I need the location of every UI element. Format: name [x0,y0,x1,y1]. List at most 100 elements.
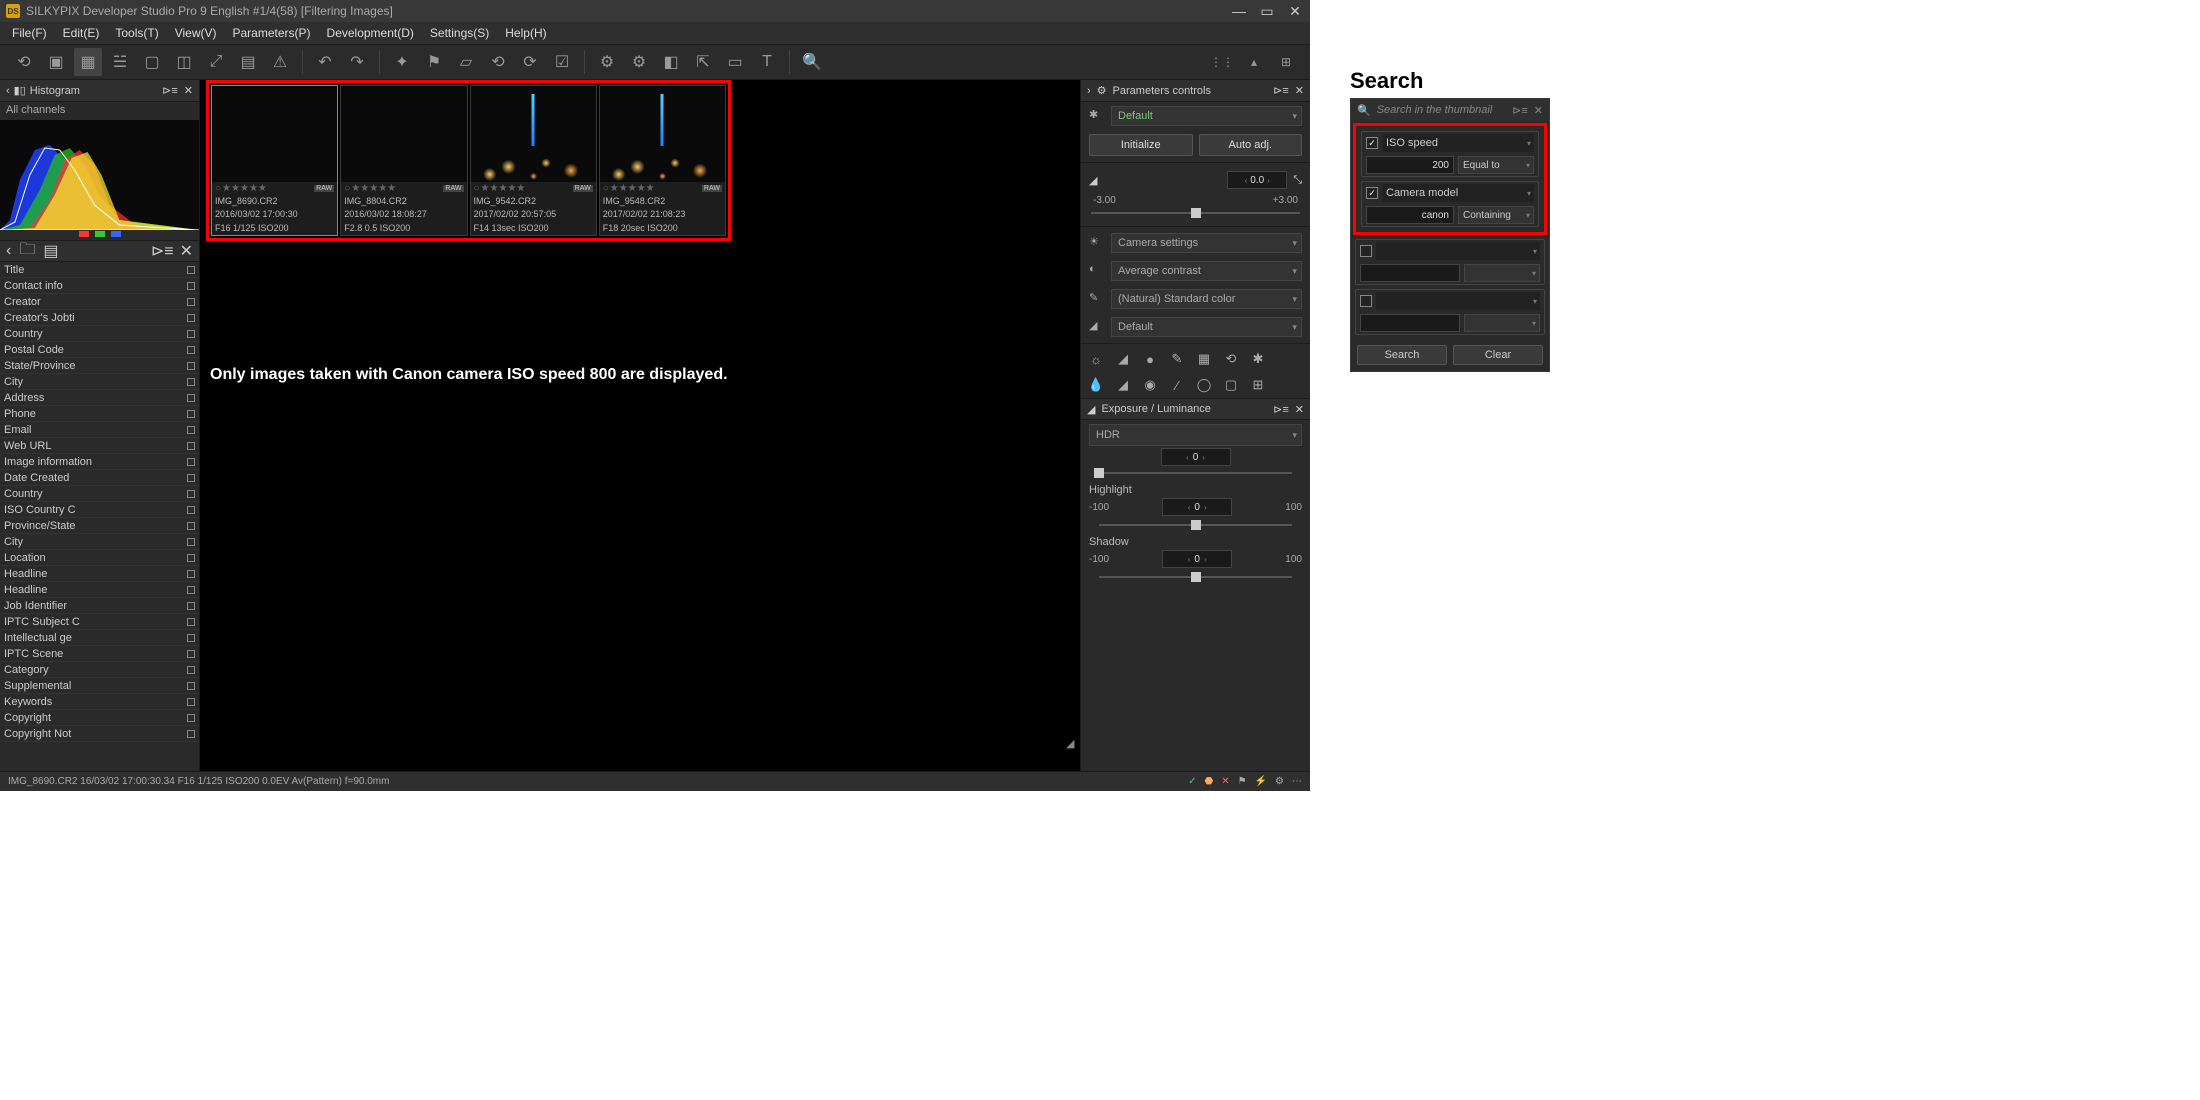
meta-field[interactable]: Headline [0,566,199,582]
filter3-field-dropdown[interactable]: ▾ [1376,242,1540,260]
tool-multi-icon[interactable]: ▤ [234,48,262,76]
meta-field[interactable]: Image information [0,454,199,470]
hdr-value[interactable]: ‹0› [1161,448,1231,466]
menu-edit[interactable]: Edit(E) [55,24,108,42]
channel-selector[interactable]: All channels [0,102,199,120]
tool-warn-icon[interactable]: ⚠ [266,48,294,76]
tool-fullscreen-icon[interactable]: ⤢ [202,48,230,76]
i-dropper-icon[interactable]: ✎ [1168,350,1186,368]
menu-view[interactable]: View(V) [167,24,225,42]
tool-back-icon[interactable]: ⟲ [10,48,38,76]
initialize-button[interactable]: Initialize [1089,134,1193,156]
tool-export-icon[interactable]: ⇱ [689,48,717,76]
meta-field[interactable]: IPTC Scene [0,646,199,662]
hdr-slider[interactable] [1099,468,1292,478]
i-tri-icon[interactable]: ◢ [1114,376,1132,394]
meta-field[interactable]: Keywords [0,694,199,710]
tool-loupe-icon[interactable]: 🔍 [798,48,826,76]
meta-field[interactable]: Headline [0,582,199,598]
meta-field[interactable]: City [0,374,199,390]
camera-value-input[interactable]: canon [1366,206,1454,224]
tool-eraser-icon[interactable]: ◧ [657,48,685,76]
meta-field[interactable]: Postal Code [0,342,199,358]
meta-field[interactable]: Supplemental [0,678,199,694]
meta-field[interactable]: Title [0,262,199,278]
i-grid-icon[interactable]: ⊞ [1249,376,1267,394]
filter4-op-dropdown[interactable]: ▾ [1464,314,1540,332]
i-stack-icon[interactable]: ▦ [1195,350,1213,368]
i-rot-icon[interactable]: ⟲ [1222,350,1240,368]
meta-field[interactable]: Creator [0,294,199,310]
highlight-value[interactable]: ‹0› [1162,498,1232,516]
panel-menu-icon[interactable]: ⊳≡ [1512,104,1528,117]
thumbnail[interactable]: ○★★★★★RAWIMG_9542.CR22017/02/02 20:57:05… [470,85,597,236]
panel-menu-icon[interactable]: ⊳≡ [1273,84,1289,97]
iso-value-input[interactable]: 200 [1366,156,1454,174]
maximize-button[interactable]: ▭ [1258,2,1276,20]
panel-close-icon[interactable]: ✕ [1295,403,1304,416]
i-ball-icon[interactable]: ● [1141,350,1159,368]
color-dropdown[interactable]: (Natural) Standard color▾ [1111,289,1302,309]
tool-crop-icon[interactable]: ▱ [452,48,480,76]
tool-gear-icon[interactable]: ⚙ [593,48,621,76]
menu-tools[interactable]: Tools(T) [107,24,166,42]
search-button[interactable]: Search [1357,345,1447,365]
thumbnail[interactable]: ○★★★★★RAWIMG_8804.CR22016/03/02 18:08:27… [340,85,467,236]
filter4-field-dropdown[interactable]: ▾ [1376,292,1540,310]
meta-field[interactable]: State/Province [0,358,199,374]
close-button[interactable]: ✕ [1286,2,1304,20]
meta-field[interactable]: Contact info [0,278,199,294]
panel-close-icon[interactable]: ✕ [1295,84,1304,97]
filter4-checkbox[interactable] [1360,295,1372,307]
meta-field[interactable]: IPTC Subject C [0,614,199,630]
shadow-slider[interactable] [1099,572,1292,582]
filter4-value-input[interactable] [1360,314,1460,332]
panel-menu-icon[interactable]: ⊳≡ [162,84,178,97]
tool-grid-icon[interactable]: ▦ [74,48,102,76]
panel-close-icon[interactable]: ✕ [1534,104,1543,117]
filter3-checkbox[interactable] [1360,245,1372,257]
menu-development[interactable]: Development(D) [319,24,422,42]
meta-field[interactable]: Intellectual ge [0,630,199,646]
iso-checkbox[interactable] [1366,137,1378,149]
panel-menu-icon[interactable]: ⊳≡ [1273,403,1289,416]
folder-tab-icon[interactable]: 🗀 [19,238,35,265]
i-sq-icon[interactable]: ▢ [1222,376,1240,394]
highlight-slider[interactable] [1099,520,1292,530]
tool-compare-icon[interactable]: ◫ [170,48,198,76]
meta-field[interactable]: Address [0,390,199,406]
thumbnail[interactable]: ○★★★★★RAWIMG_8690.CR22016/03/02 17:00:30… [211,85,338,236]
i-brush-icon[interactable]: ∕ [1168,376,1186,394]
view-slider-icon[interactable]: ▴ [1240,48,1268,76]
i-fish-icon[interactable]: ◉ [1141,376,1159,394]
tool-tag-icon[interactable]: ⚑ [420,48,448,76]
tool-gear2-icon[interactable]: ⚙ [625,48,653,76]
thumbnail[interactable]: ○★★★★★RAWIMG_9548.CR22017/02/02 21:08:23… [599,85,726,236]
i-gear-icon[interactable]: ✱ [1249,350,1267,368]
meta-field[interactable]: ISO Country C [0,502,199,518]
meta-field[interactable]: Copyright Not [0,726,199,742]
meta-field[interactable]: Copyright [0,710,199,726]
menu-file[interactable]: File(F) [4,24,55,42]
chevron-left-icon[interactable]: ‹ [6,85,10,97]
view-small-icon[interactable]: ⋮⋮ [1208,48,1236,76]
wb-dropdown[interactable]: Camera settings▾ [1111,233,1302,253]
sharp-dropdown[interactable]: Default▾ [1111,317,1302,337]
meta-field[interactable]: Location [0,550,199,566]
menu-parameters[interactable]: Parameters(P) [225,24,319,42]
filter3-op-dropdown[interactable]: ▾ [1464,264,1540,282]
camera-checkbox[interactable] [1366,187,1378,199]
meta-field[interactable]: Web URL [0,438,199,454]
filter3-value-input[interactable] [1360,264,1460,282]
meta-field[interactable]: Date Created [0,470,199,486]
i-blur-icon[interactable]: ◯ [1195,376,1213,394]
minimize-button[interactable]: — [1230,2,1248,20]
i-sun-icon[interactable]: ☼ [1087,350,1105,368]
panel-menu-icon[interactable]: ⊳≡ [151,241,174,261]
chevron-right-icon[interactable]: › [1087,85,1091,97]
meta-field[interactable]: Country [0,326,199,342]
i-contrast-icon[interactable]: ◢ [1114,350,1132,368]
preset-dropdown[interactable]: Default▾ [1111,106,1302,126]
tone-dropdown[interactable]: Average contrast▾ [1111,261,1302,281]
tool-check-icon[interactable]: ☑ [548,48,576,76]
